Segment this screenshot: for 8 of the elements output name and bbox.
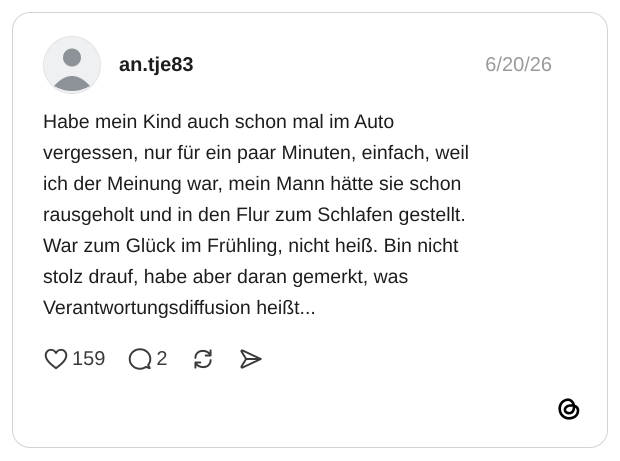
reply-count: 2 bbox=[156, 347, 168, 372]
username[interactable]: an.tje83 bbox=[119, 50, 194, 80]
avatar-icon[interactable] bbox=[43, 36, 101, 94]
speech-bubble-icon[interactable] bbox=[127, 346, 154, 372]
post-text: Habe mein Kind auch schon mal im Auto vergessen, nur für ein paar Minuten, einfach, weil ich der Meinung war, mein Mann hätte sie schon rausgeholt und in den Flur zum Schlafen gestellt. War zum Glück im Frühling, nicht heiß. Bin nicht stolz drauf, habe aber daran gemerkt, was Verantwortungsdiffusion heißt... bbox=[43, 110, 470, 321]
heart-icon[interactable] bbox=[43, 346, 69, 372]
like-count: 159 bbox=[72, 347, 106, 372]
post-date: 6/20/26 bbox=[485, 53, 552, 78]
